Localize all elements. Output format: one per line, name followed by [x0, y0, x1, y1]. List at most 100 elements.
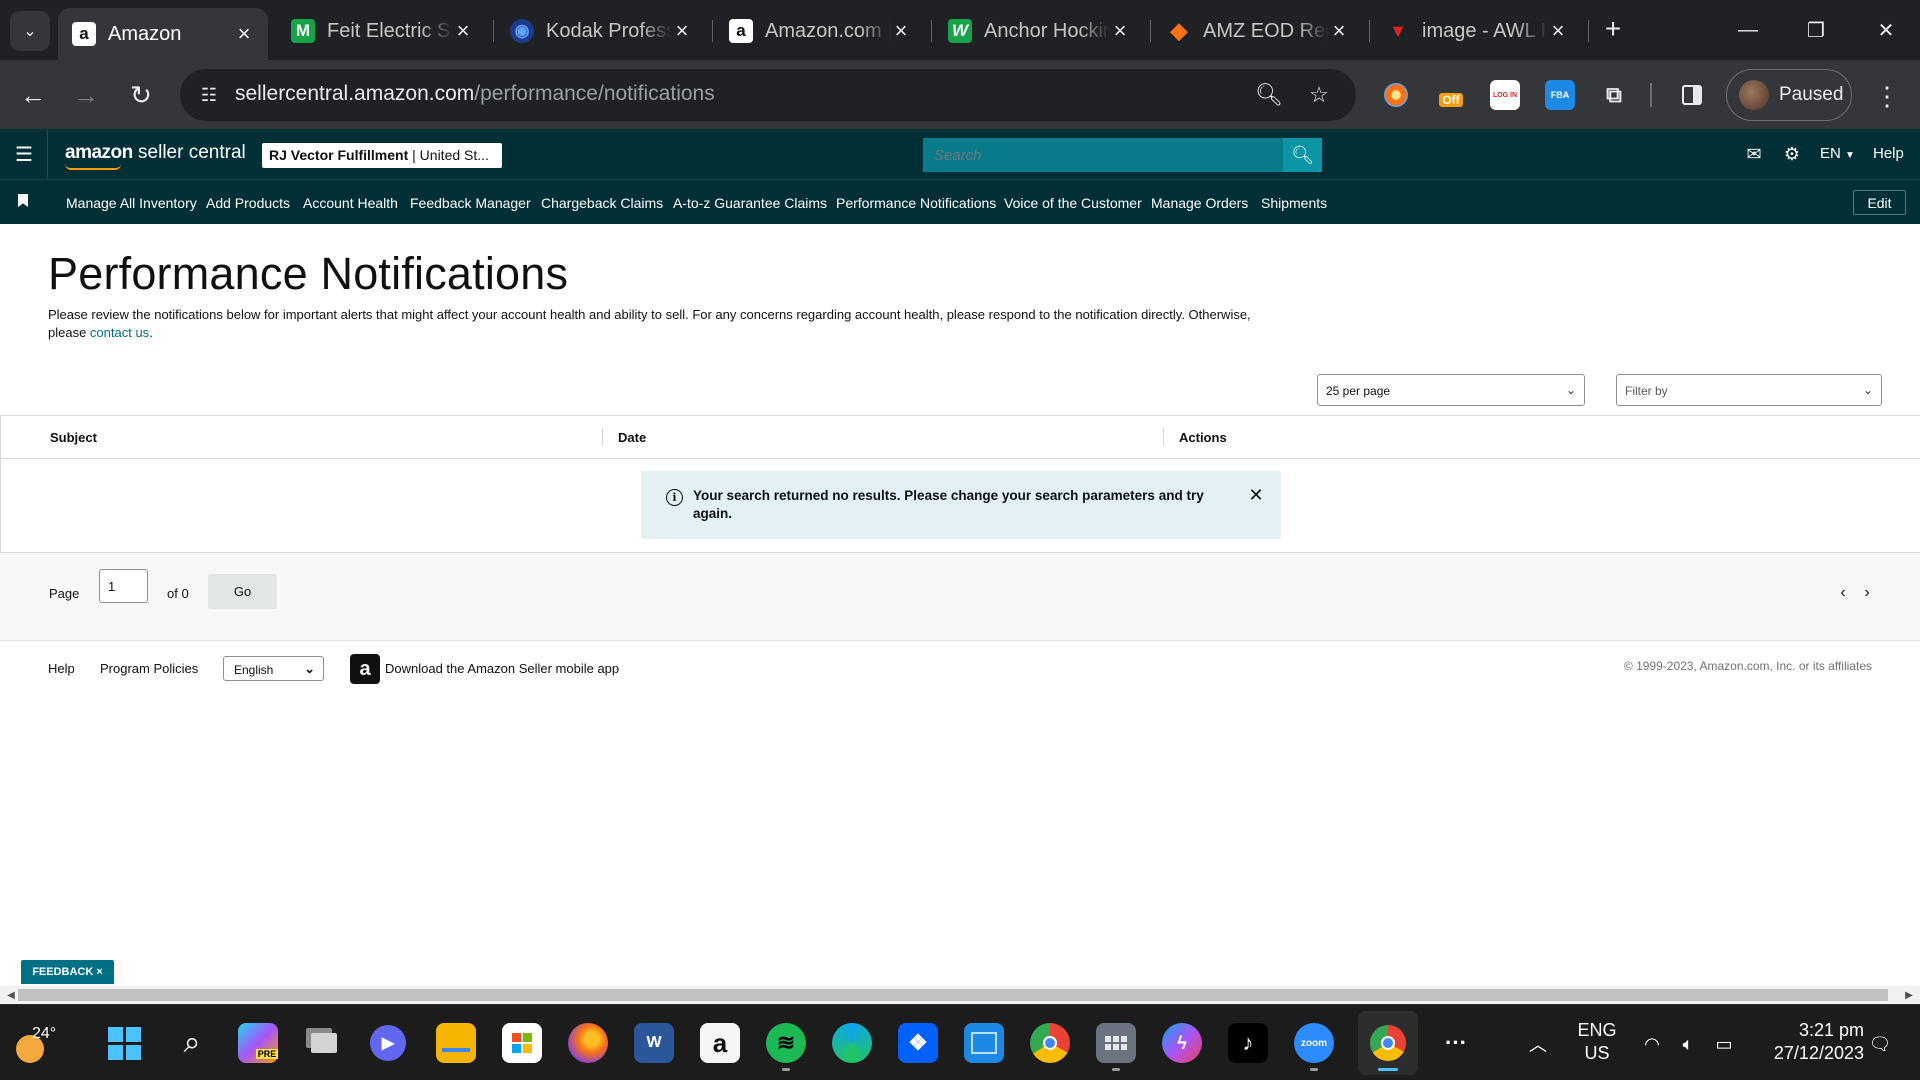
close-icon[interactable]: × [1548, 18, 1568, 44]
close-icon[interactable]: × [1110, 18, 1130, 44]
extension-orange-circle-icon[interactable] [1381, 80, 1411, 110]
start-windows-icon[interactable] [104, 1023, 144, 1063]
notifications-icon[interactable]: 🗨︎ [1868, 1033, 1892, 1055]
app-window-icon[interactable] [964, 1023, 1004, 1063]
profile-button[interactable]: Paused [1726, 69, 1852, 121]
wifi-icon[interactable]: ◠ [1640, 1033, 1664, 1055]
nav-feedback-manager[interactable]: Feedback Manager [410, 195, 531, 211]
extension-off-icon[interactable]: Off [1436, 80, 1466, 110]
close-icon[interactable]: × [453, 18, 473, 44]
new-tab-button[interactable]: + [1598, 13, 1628, 44]
gear-icon[interactable]: ⚙ [1781, 143, 1803, 165]
download-app-link[interactable]: Download the Amazon Seller mobile app [385, 661, 619, 676]
dropbox-icon[interactable]: ❖ [898, 1023, 938, 1063]
footer-language-select[interactable]: English ⌄ [223, 656, 324, 681]
filter-select[interactable]: Filter by ⌄ [1616, 374, 1882, 406]
seller-search-input[interactable] [923, 138, 1283, 172]
edit-nav-button[interactable]: Edit [1853, 190, 1906, 215]
amazon-seller-app-icon[interactable]: a [350, 654, 380, 684]
help-link[interactable]: Help [1873, 145, 1904, 162]
feedback-button[interactable]: FEEDBACK × [21, 960, 114, 984]
clock[interactable]: 3:21 pm 27/12/2023 [1756, 1019, 1864, 1065]
close-icon[interactable]: × [234, 21, 254, 47]
close-icon[interactable]: × [891, 18, 911, 44]
tab-feit-electric[interactable]: M Feit Electric Smart × [277, 8, 487, 54]
go-button[interactable]: Go [208, 574, 277, 609]
tab-amz-eod-report[interactable]: ◆ AMZ EOD Report × [1153, 8, 1363, 54]
scroll-left-icon[interactable]: ◀ [4, 988, 18, 1002]
tiktok-icon[interactable]: ♪ [1228, 1023, 1268, 1063]
extensions-puzzle-icon[interactable]: ⧉ [1599, 80, 1629, 110]
messages-mail-icon[interactable]: ✉ [1743, 143, 1765, 165]
language-selector[interactable]: EN ▼ [1820, 145, 1855, 162]
more-apps-icon[interactable]: ··· [1436, 1023, 1476, 1063]
reload-icon[interactable]: ↻ [122, 76, 160, 114]
extension-login-icon[interactable]: LOG IN [1490, 80, 1520, 110]
chrome-profile-icon[interactable] [1030, 1023, 1070, 1063]
footer-help-link[interactable]: Help [48, 661, 75, 676]
close-icon[interactable]: ✕ [1246, 485, 1266, 505]
close-icon[interactable]: × [672, 18, 692, 44]
contact-us-link[interactable]: contact us [90, 325, 149, 340]
chevron-left-icon[interactable]: ‹ [1835, 584, 1851, 601]
scrollbar-thumb[interactable] [18, 989, 1888, 1001]
scroll-right-icon[interactable]: ▶ [1902, 988, 1916, 1002]
window-close-icon[interactable]: ✕ [1866, 12, 1906, 48]
back-arrow-icon[interactable]: ← [14, 76, 52, 114]
horizontal-scrollbar[interactable]: ◀ ▶ [0, 986, 1920, 1004]
tab-kodak[interactable]: ◉ Kodak Professional × [496, 8, 706, 54]
hamburger-menu-icon[interactable]: ☰ [14, 142, 34, 166]
tab-anchor-hocking[interactable]: W Anchor Hocking × [934, 8, 1144, 54]
page-number-input[interactable] [99, 569, 148, 603]
nav-manage-all-inventory[interactable]: Manage All Inventory [66, 195, 197, 211]
site-settings-icon[interactable]: ☷ [196, 82, 222, 108]
file-explorer-icon[interactable] [436, 1023, 476, 1063]
bookmark-icon[interactable] [18, 194, 28, 207]
address-bar[interactable]: ☷ sellercentral.amazon.com/performance/n… [180, 69, 1356, 121]
minimize-icon[interactable]: — [1728, 12, 1768, 48]
firefox-icon[interactable] [568, 1023, 608, 1063]
nav-a-to-z-claims[interactable]: A-to-z Guarantee Claims [673, 195, 827, 211]
search-icon[interactable]: ⌕ [172, 1023, 212, 1063]
nav-performance-notifications[interactable]: Performance Notifications [836, 195, 996, 211]
word-icon[interactable]: W [634, 1023, 674, 1063]
browser-menu-icon[interactable]: ⋮ [1872, 78, 1902, 114]
tab-amazon[interactable]: a Amazon × [58, 8, 268, 60]
amazon-app-icon[interactable]: a [700, 1023, 740, 1063]
zoom-icon[interactable]: zoom [1294, 1023, 1334, 1071]
input-language[interactable]: ENG US [1574, 1019, 1620, 1065]
bookmark-star-icon[interactable]: ☆ [1304, 81, 1334, 109]
battery-icon[interactable]: ▭ [1712, 1033, 1736, 1055]
url-text[interactable]: sellercentral.amazon.com/performance/not… [235, 82, 715, 106]
nav-shipments[interactable]: Shipments [1261, 195, 1327, 211]
teams-meet-icon[interactable]: ▶ [370, 1025, 406, 1061]
per-page-select[interactable]: 25 per page ⌄ [1317, 374, 1585, 406]
tab-search-button[interactable]: ⌄ [10, 11, 50, 51]
extension-fba-icon[interactable]: FBA [1545, 80, 1575, 110]
messenger-icon[interactable]: ϟ [1162, 1023, 1202, 1063]
search-button[interactable]: 🔍︎ [1283, 138, 1322, 172]
volume-icon[interactable]: 🔈︎ [1676, 1033, 1700, 1055]
copilot-icon[interactable]: PRE [238, 1023, 279, 1063]
spotify-icon[interactable]: ≋ [766, 1023, 806, 1071]
restore-icon[interactable]: ❐ [1796, 12, 1836, 48]
weather-widget[interactable]: 24° [16, 1023, 56, 1063]
nav-voice-of-customer[interactable]: Voice of the Customer [1004, 195, 1142, 211]
column-date[interactable]: Date [618, 430, 646, 445]
nav-account-health[interactable]: Account Health [303, 195, 398, 211]
edge-icon[interactable] [832, 1023, 872, 1063]
show-hidden-icons-icon[interactable]: ︿ [1526, 1033, 1550, 1055]
tab-amazon-com[interactable]: a Amazon.com | × [715, 8, 925, 54]
forward-arrow-icon[interactable]: → [67, 76, 105, 114]
zoom-magnifier-icon[interactable]: 🔍︎ [1254, 81, 1284, 109]
task-view-icon[interactable] [304, 1023, 344, 1063]
chrome-taskbar-icon[interactable] [1358, 1011, 1418, 1075]
column-subject[interactable]: Subject [50, 430, 97, 445]
nav-add-products[interactable]: Add Products [206, 195, 290, 211]
nav-chargeback-claims[interactable]: Chargeback Claims [541, 195, 663, 211]
tab-awl-image[interactable]: ▼ image - AWL Image × [1372, 8, 1582, 54]
account-switcher[interactable]: RJ Vector Fulfillment | United St... [262, 143, 502, 168]
chevron-right-icon[interactable]: › [1859, 584, 1875, 601]
close-icon[interactable]: × [96, 966, 102, 978]
close-icon[interactable]: × [1329, 18, 1349, 44]
